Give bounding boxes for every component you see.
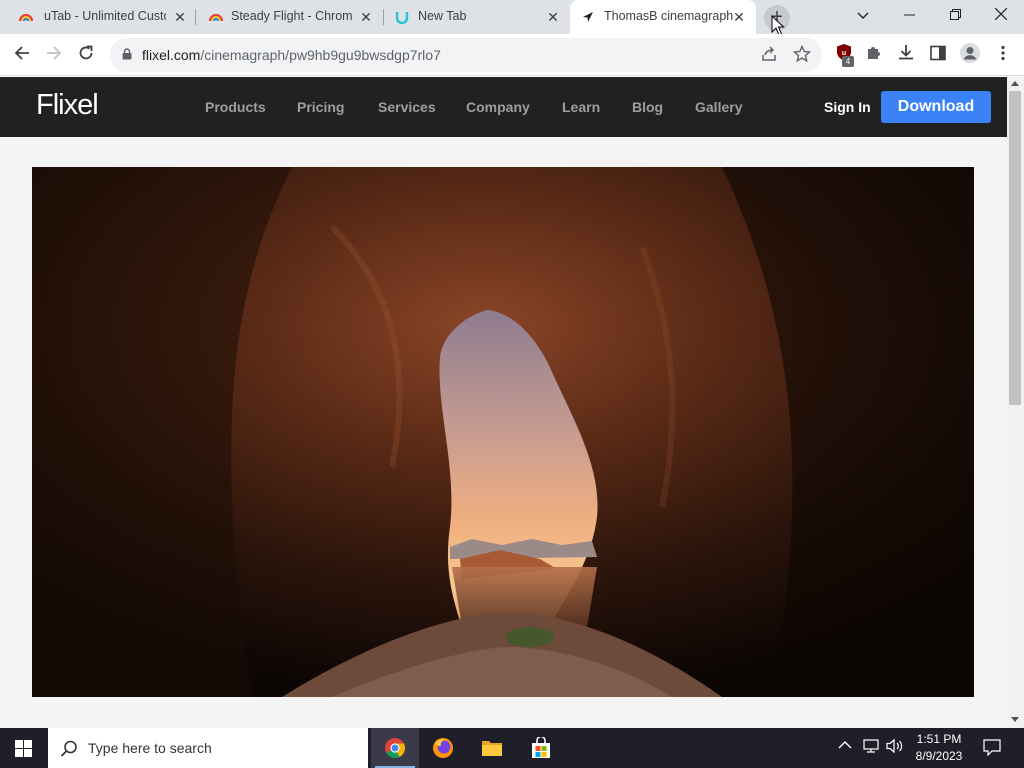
tab-close-icon[interactable]: ✕ <box>171 8 189 26</box>
firefox-icon <box>433 738 453 758</box>
share-icon[interactable] <box>760 45 778 68</box>
network-icon[interactable] <box>863 738 879 757</box>
extension-badge: 4 <box>842 56 854 67</box>
start-button[interactable] <box>0 728 48 768</box>
rainbow-favicon-icon <box>19 14 33 22</box>
tab-title: uTab - Unlimited Custo <box>44 9 166 23</box>
nav-services[interactable]: Services <box>378 99 436 115</box>
forward-arrow-icon[interactable] <box>41 42 67 68</box>
notifications-icon[interactable] <box>983 739 1001 759</box>
ublock-extension-icon[interactable]: u 4 <box>832 42 858 68</box>
download-arrow-icon[interactable] <box>893 42 919 68</box>
tab-new-tab[interactable]: New Tab ✕ <box>384 0 570 34</box>
tab-steady-flight[interactable]: Steady Flight - Chrome ✕ <box>196 0 382 34</box>
flixel-favicon-icon <box>583 12 593 22</box>
taskbar-file-explorer[interactable] <box>468 728 516 768</box>
scrollbar-thumb[interactable] <box>1009 91 1021 405</box>
utab-favicon-icon <box>395 12 409 25</box>
cinemagraph-image[interactable] <box>32 167 974 697</box>
side-panel-icon[interactable] <box>925 42 951 68</box>
taskbar-search-input[interactable]: Type here to search <box>48 728 368 768</box>
page-content <box>0 137 1007 728</box>
scroll-down-arrow-icon[interactable] <box>1011 717 1019 722</box>
nav-company[interactable]: Company <box>466 99 530 115</box>
tab-close-icon[interactable]: ✕ <box>730 8 748 26</box>
clock-time: 1:51 PM <box>916 732 962 746</box>
search-placeholder: Type here to search <box>88 740 212 756</box>
tab-utab[interactable]: uTab - Unlimited Custo ✕ <box>0 0 194 34</box>
volume-speaker-icon[interactable] <box>886 738 904 757</box>
taskbar-store[interactable] <box>517 728 565 768</box>
lock-icon <box>122 48 132 60</box>
sign-in-link[interactable]: Sign In <box>824 99 871 115</box>
system-clock[interactable]: 1:51 PM 8/9/2023 <box>906 731 972 765</box>
address-bar[interactable]: flixel.com/cinemagraph/pw9hb9gu9bwsdgp7r… <box>110 38 822 72</box>
tab-title: Steady Flight - Chrome <box>231 9 353 23</box>
show-hidden-icons-chevron-up-icon[interactable] <box>838 738 852 753</box>
bookmark-star-icon[interactable] <box>792 44 812 68</box>
browser-toolbar: flixel.com/cinemagraph/pw9hb9gu9bwsdgp7r… <box>0 34 1024 76</box>
chrome-icon <box>385 738 406 759</box>
windows-taskbar: Type here to search 1:51 PM 8/9/2023 <box>0 728 1024 768</box>
store-bag-icon <box>532 737 550 758</box>
nav-learn[interactable]: Learn <box>562 99 600 115</box>
tab-strip: uTab - Unlimited Custo ✕ Steady Flight -… <box>0 0 1024 36</box>
site-header: Flixel Products Pricing Services Company… <box>0 77 1007 137</box>
folder-icon <box>482 741 502 756</box>
cave-arch-scene <box>32 167 974 697</box>
minimize-icon[interactable] <box>886 0 932 30</box>
restore-icon[interactable] <box>932 0 978 30</box>
page-scrollbar[interactable] <box>1007 77 1024 728</box>
url-path: /cinemagraph/pw9hb9gu9bwsdgp7rlo7 <box>200 47 441 63</box>
tab-close-icon[interactable]: ✕ <box>544 8 562 26</box>
flixel-logo[interactable]: Flixel <box>36 89 99 122</box>
tab-close-icon[interactable]: ✕ <box>357 8 375 26</box>
nav-products[interactable]: Products <box>205 99 266 115</box>
browser-menu-kebab-icon[interactable] <box>990 42 1016 68</box>
search-icon <box>60 740 77 757</box>
extensions-puzzle-icon[interactable] <box>861 42 887 68</box>
close-window-icon[interactable] <box>978 0 1024 30</box>
tab-thomasb-cinemagraph[interactable]: ThomasB cinemagraph ✕ <box>570 0 756 34</box>
scroll-up-arrow-icon[interactable] <box>1011 81 1019 86</box>
nav-pricing[interactable]: Pricing <box>297 99 344 115</box>
nav-gallery[interactable]: Gallery <box>695 99 742 115</box>
taskbar-chrome[interactable] <box>371 728 419 768</box>
tab-title: New Tab <box>418 9 467 23</box>
rainbow-favicon-icon <box>209 14 223 22</box>
tab-title: ThomasB cinemagraph <box>604 9 734 23</box>
tab-search-chevron-down-icon[interactable] <box>840 0 886 30</box>
profile-avatar-icon[interactable] <box>957 42 983 68</box>
download-button[interactable]: Download <box>881 91 991 123</box>
reload-icon[interactable] <box>73 42 99 68</box>
windows-logo-icon <box>15 740 32 757</box>
url-text: flixel.com/cinemagraph/pw9hb9gu9bwsdgp7r… <box>142 47 441 63</box>
taskbar-firefox[interactable] <box>419 728 467 768</box>
back-arrow-icon[interactable] <box>9 42 35 68</box>
url-host: flixel.com <box>142 47 201 63</box>
nav-blog[interactable]: Blog <box>632 99 663 115</box>
clock-date: 8/9/2023 <box>915 749 963 763</box>
